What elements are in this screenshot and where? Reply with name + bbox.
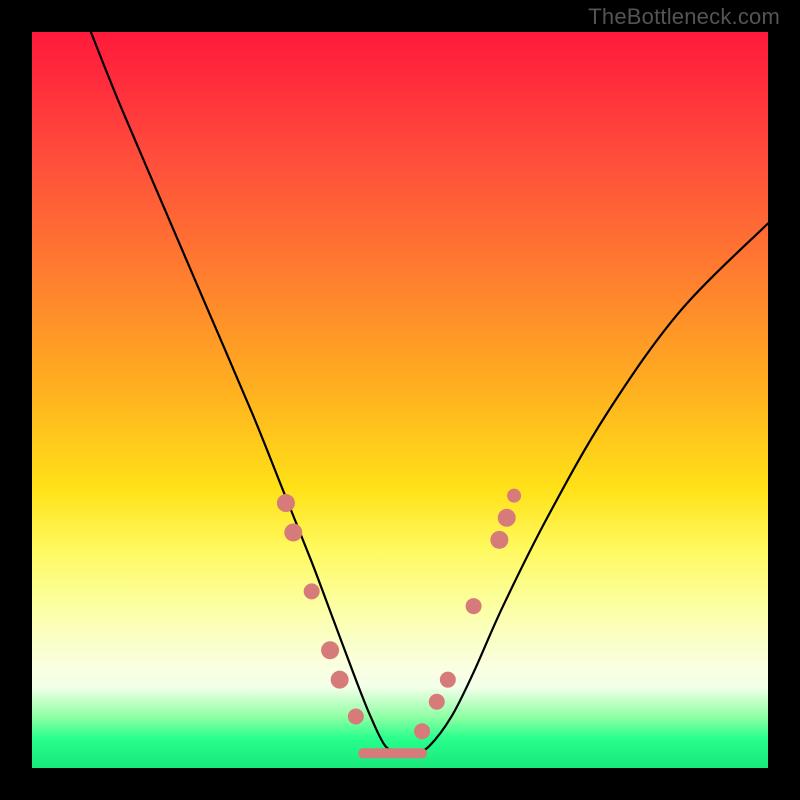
curve-marker	[440, 672, 456, 688]
watermark-text: TheBottleneck.com	[588, 4, 780, 30]
curve-markers	[277, 489, 521, 740]
plot-area	[32, 32, 768, 768]
chart-stage: TheBottleneck.com	[0, 0, 800, 800]
curve-marker	[284, 523, 302, 541]
curve-svg	[32, 32, 768, 768]
curve-marker	[414, 723, 430, 739]
bottleneck-curve	[91, 32, 768, 754]
curve-marker	[277, 494, 295, 512]
curve-marker	[466, 598, 482, 614]
curve-marker	[321, 641, 339, 659]
curve-marker	[304, 583, 320, 599]
curve-marker	[498, 509, 516, 527]
curve-marker	[490, 531, 508, 549]
curve-marker	[429, 694, 445, 710]
curve-marker	[331, 671, 349, 689]
curve-marker	[507, 489, 521, 503]
curve-marker	[348, 708, 364, 724]
